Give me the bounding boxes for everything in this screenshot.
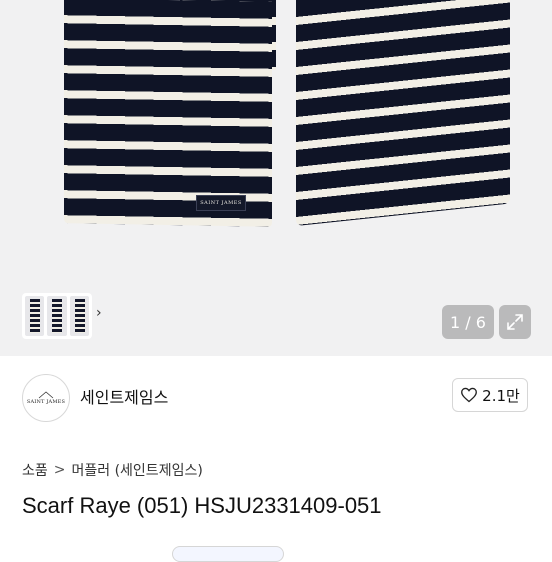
breadcrumb-root[interactable]: 소품	[22, 460, 48, 480]
breadcrumb-separator: >	[53, 462, 66, 478]
expand-button[interactable]	[499, 305, 531, 339]
product-image-gallery[interactable]: SAINT JAMES › 1 / 6	[0, 0, 552, 356]
product-title: Scarf Raye (051) HSJU2331409-051	[22, 493, 382, 518]
seller-logo-icon	[38, 391, 54, 399]
like-count: 2.1만	[482, 386, 520, 405]
thumbnail-1[interactable]	[25, 296, 45, 336]
expand-icon	[507, 314, 523, 330]
image-counter: 1 / 6	[442, 305, 494, 339]
thumbnail-2[interactable]	[47, 296, 67, 336]
like-button[interactable]: 2.1만	[452, 378, 528, 412]
seller-row[interactable]: SAINT JAMES 세인트제임스 2.1만	[0, 356, 552, 432]
seller-avatar[interactable]: SAINT JAMES	[22, 374, 70, 422]
thumbnail-strip[interactable]	[22, 293, 92, 339]
breadcrumb: 소품 > 머플러 (세인트제임스)	[22, 460, 203, 480]
scarf-image-left	[64, 0, 272, 227]
seller-name[interactable]: 세인트제임스	[80, 384, 168, 408]
seller-logo-text: SAINT JAMES	[26, 399, 66, 405]
breadcrumb-category[interactable]: 머플러 (세인트제임스)	[72, 460, 203, 480]
product-label-tag: SAINT JAMES	[196, 195, 246, 211]
partial-chip[interactable]	[172, 546, 284, 562]
thumbnail-3[interactable]	[69, 296, 89, 336]
chevron-right-icon[interactable]: ›	[96, 305, 102, 321]
heart-icon	[461, 387, 478, 403]
scarf-image-right	[296, 0, 510, 227]
